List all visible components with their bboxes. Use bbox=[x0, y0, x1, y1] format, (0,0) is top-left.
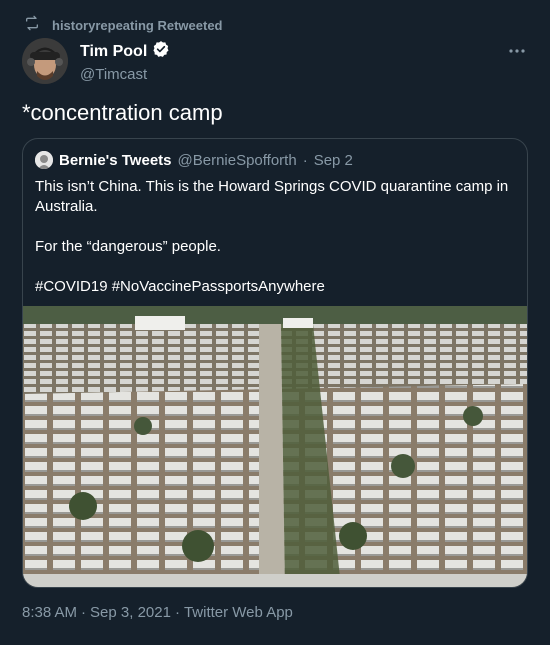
tweet-timestamp[interactable]: 8:38 AM · Sep 3, 2021 · Twitter Web App bbox=[22, 604, 293, 621]
retweet-label: historyrepeating Retweeted bbox=[52, 17, 223, 33]
author-handle: @Timcast bbox=[80, 66, 148, 83]
retweet-icon bbox=[24, 15, 40, 36]
tweet-date: Sep 3, 2021 bbox=[90, 604, 171, 621]
quoted-text-line-2: For the “dangerous” people. bbox=[35, 238, 221, 255]
more-options-icon[interactable] bbox=[508, 44, 526, 56]
quoted-tweet-body: This isn’t China. This is the Howard Spr… bbox=[35, 177, 515, 297]
quoted-author-handle: @BernieSpofforth bbox=[177, 151, 297, 169]
quoted-text-line-1: This isn’t China. This is the Howard Spr… bbox=[35, 178, 509, 215]
author-block[interactable]: Tim Pool @Timcast bbox=[80, 40, 170, 83]
quoted-separator: · bbox=[302, 151, 308, 169]
author-name[interactable]: Tim Pool bbox=[80, 43, 147, 61]
quoted-tweet[interactable]: Bernie's Tweets @BernieSpofforth · Sep 2… bbox=[22, 138, 528, 588]
author-avatar[interactable] bbox=[22, 38, 68, 84]
timestamp-separator-2: · bbox=[174, 604, 180, 621]
tweet-time: 8:38 AM bbox=[22, 604, 78, 621]
quoted-hashtags: #COVID19 #NoVaccinePassportsAnywhere bbox=[35, 278, 325, 295]
quoted-tweet-photo[interactable] bbox=[23, 306, 527, 587]
verified-badge-icon bbox=[152, 40, 170, 63]
retweet-indicator[interactable]: historyrepeating Retweeted bbox=[24, 14, 223, 36]
tweet-text: *concentration camp bbox=[22, 100, 223, 125]
timestamp-separator: · bbox=[81, 604, 87, 621]
tweet-source[interactable]: Twitter Web App bbox=[184, 604, 293, 621]
quoted-author-avatar bbox=[35, 151, 53, 169]
quoted-tweet-header: Bernie's Tweets @BernieSpofforth · Sep 2 bbox=[35, 151, 353, 169]
quoted-author-name: Bernie's Tweets bbox=[59, 151, 172, 169]
quoted-date: Sep 2 bbox=[313, 151, 353, 169]
